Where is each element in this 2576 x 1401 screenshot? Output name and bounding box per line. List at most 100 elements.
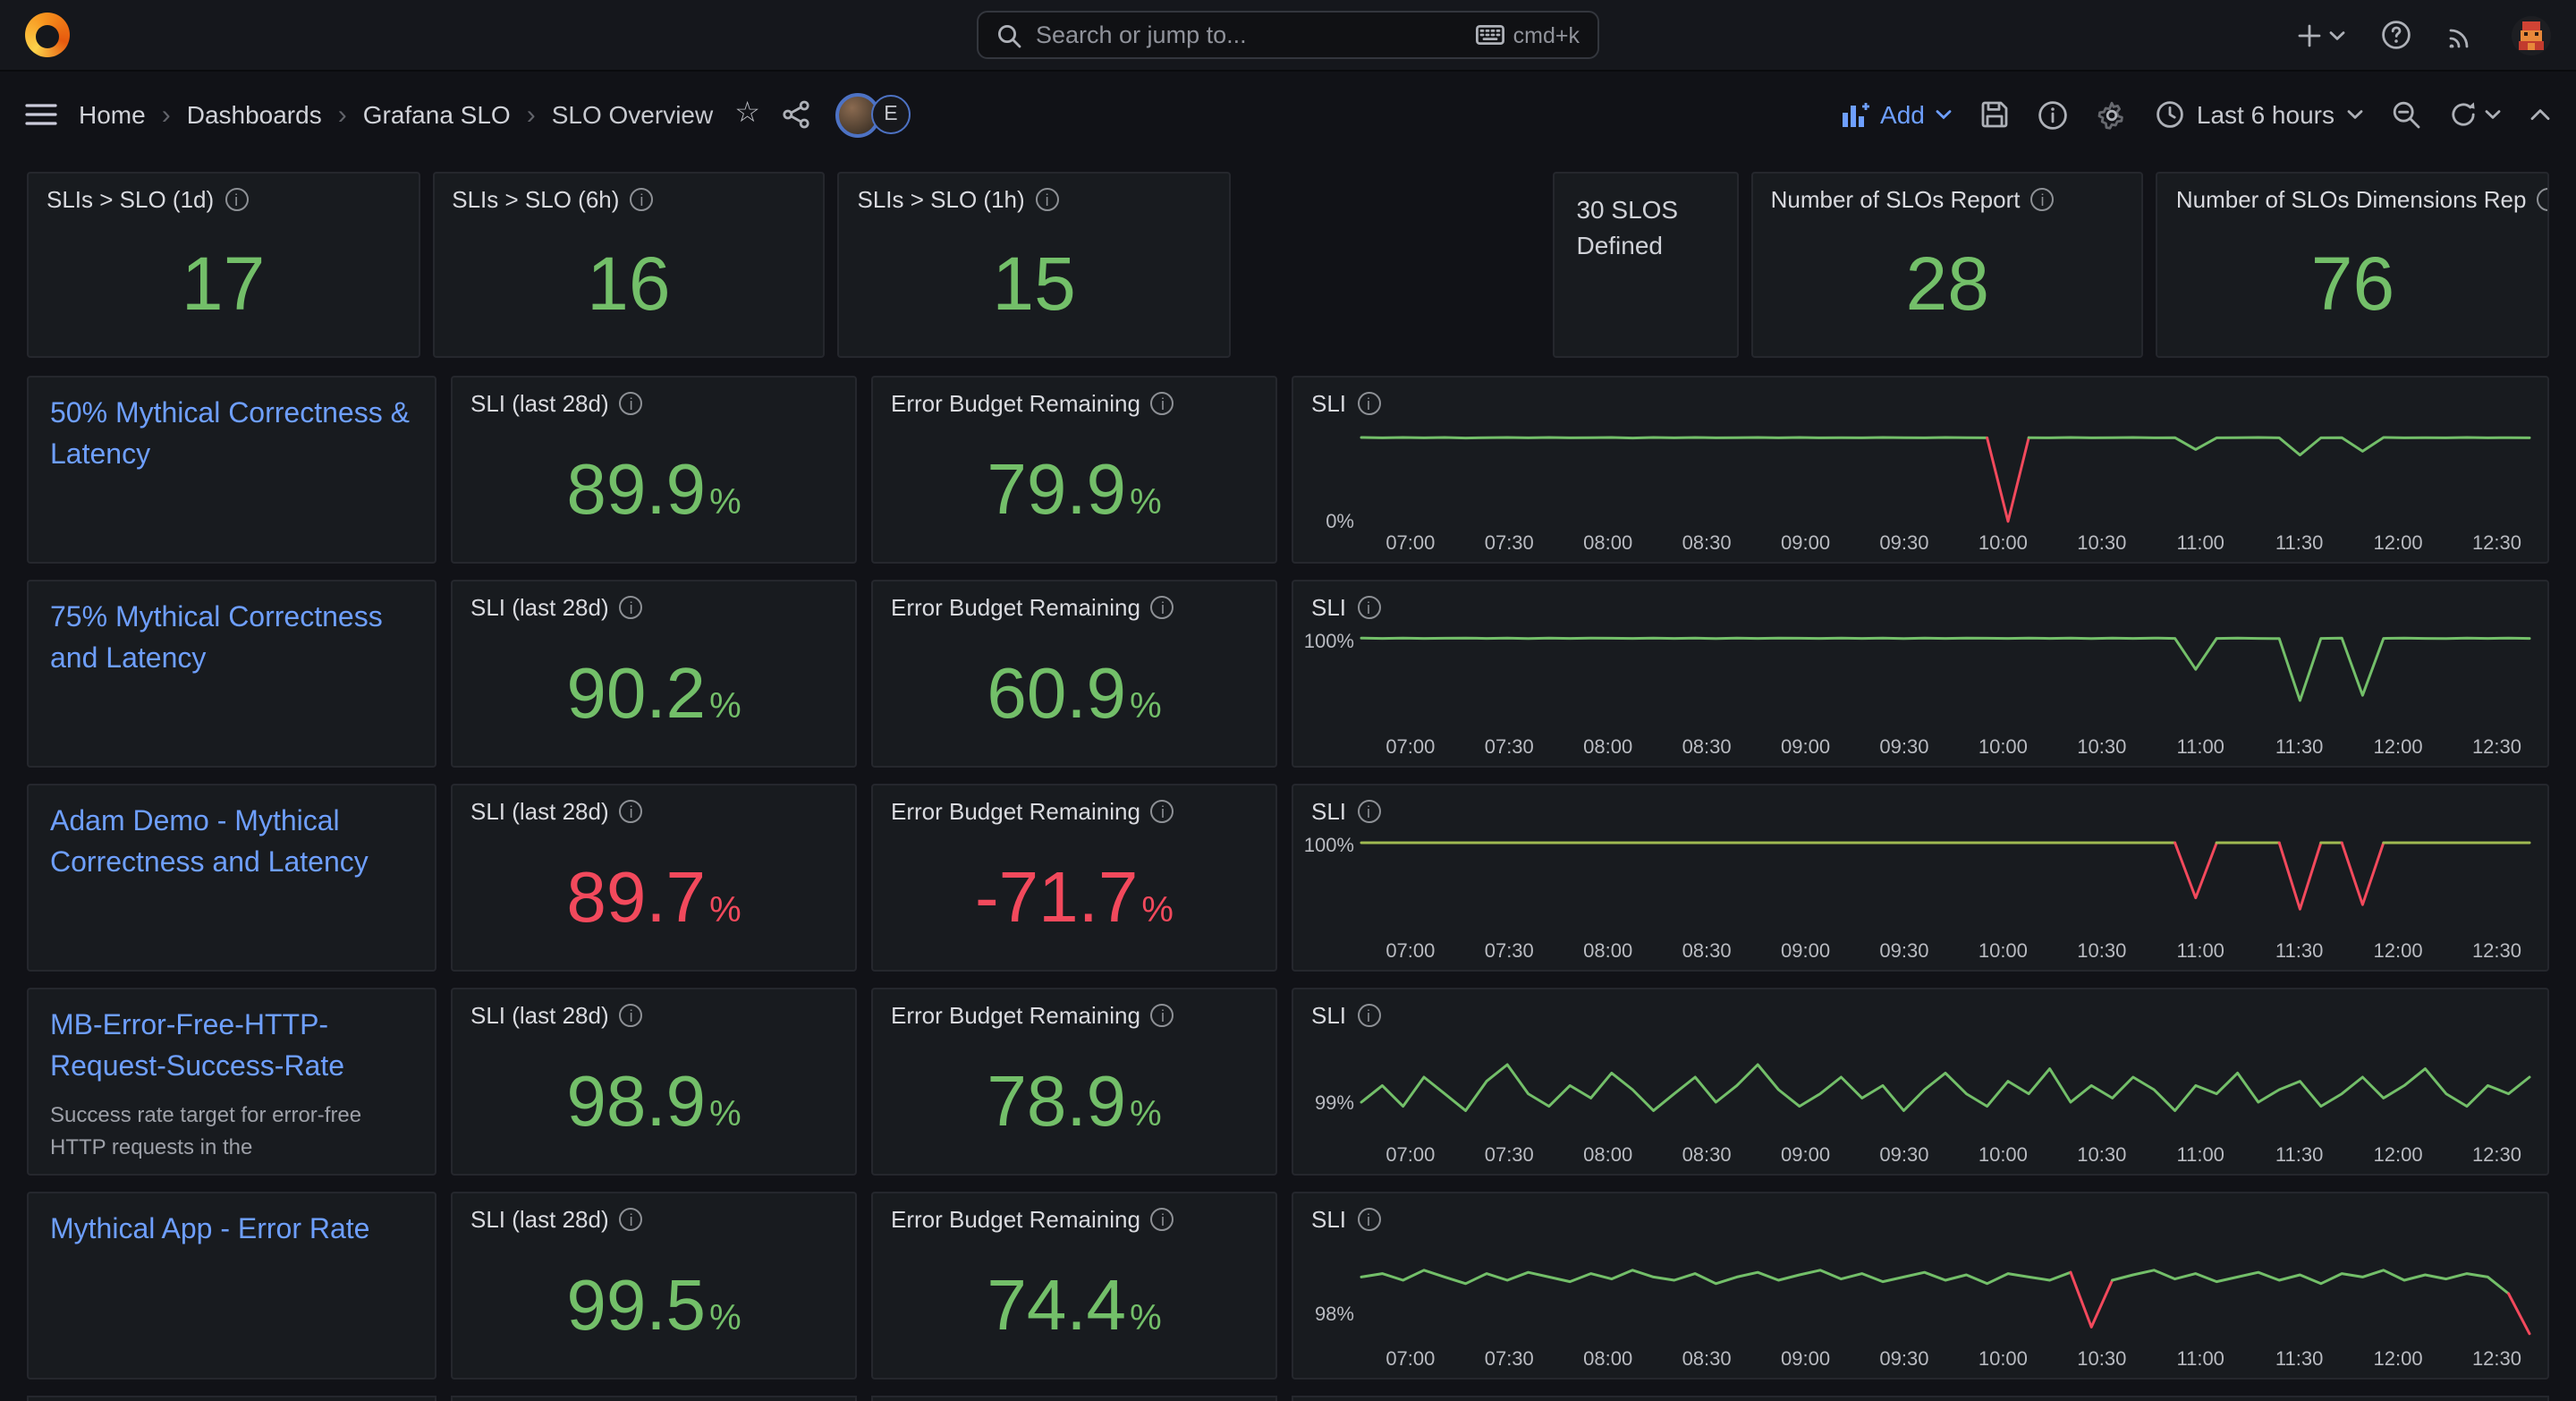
x-axis-tick-label: 10:00 <box>1963 533 2042 555</box>
info-icon[interactable] <box>2537 188 2547 211</box>
slo-dashboard-link[interactable]: MB-Error-Free-HTTP-Request-Success-Rate <box>50 1006 413 1089</box>
info-icon[interactable] <box>1357 1004 1380 1027</box>
sli-stat-panel: SLI (last 28d)89.9% <box>451 376 857 564</box>
stat-panel-slis-slo-1d: SLIs > SLO (1d) 17 <box>27 172 419 358</box>
timeseries-plot: 100%07:0007:3008:0008:3009:0009:3010:001… <box>1293 628 2547 766</box>
x-axis-tick-label: 11:00 <box>2161 737 2240 759</box>
stat-value: 98.9 <box>566 1066 706 1137</box>
info-icon[interactable] <box>1151 596 1174 619</box>
sli-line-series <box>1361 1270 2071 1284</box>
collapse-chevron-up-icon[interactable] <box>2529 107 2551 122</box>
new-button[interactable] <box>2297 22 2345 47</box>
add-panel-button[interactable]: Add <box>1843 100 1952 129</box>
x-axis-tick-label: 12:00 <box>2359 737 2437 759</box>
breadcrumb-item[interactable]: SLO Overview <box>552 100 714 129</box>
x-axis-tick-label: 09:30 <box>1865 1145 1944 1167</box>
info-icon[interactable] <box>1151 1208 1174 1231</box>
sli-timeseries-panel[interactable]: SLI100%07:0007:3008:0008:3009:0009:3010:… <box>1292 784 2549 972</box>
panel-title: SLIs > SLO (1d) <box>47 186 214 213</box>
error-budget-stat-panel: Error Budget Remaining74.4% <box>871 1192 1277 1380</box>
x-axis-tick-label: 07:30 <box>1470 533 1548 555</box>
stat-panel-number-of-slos-report: Number of SLOs Report 28 <box>1751 172 2144 358</box>
sli-line-series <box>2029 437 2529 455</box>
dashboard-toolbar: Home›Dashboards›Grafana SLO›SLO Overview… <box>0 72 2576 157</box>
info-icon[interactable] <box>1036 188 1059 211</box>
mega-menu-icon[interactable] <box>25 102 57 127</box>
info-icon[interactable] <box>620 392 643 415</box>
help-icon[interactable] <box>2381 20 2411 50</box>
info-icon[interactable] <box>2031 188 2055 211</box>
x-axis-tick-label: 08:30 <box>1667 1145 1746 1167</box>
x-axis-tick-label: 12:00 <box>2359 533 2437 555</box>
x-axis-tick-label: 11:00 <box>2161 941 2240 963</box>
x-axis-tick-label: 07:00 <box>1371 1349 1450 1371</box>
x-axis-tick-label: 08:30 <box>1667 941 1746 963</box>
info-icon[interactable] <box>1357 596 1380 619</box>
x-axis-tick-label: 10:30 <box>2063 1145 2141 1167</box>
slo-dashboard-link[interactable]: 50% Mythical Correctness & Latency <box>50 394 413 477</box>
panel-title: SLIs > SLO (6h) <box>452 186 619 213</box>
error-budget-stat-panel: Error Budget Remaining60.9% <box>871 580 1277 768</box>
x-axis-tick-label: 11:30 <box>2260 941 2339 963</box>
slo-description: Success rate target for error-free HTTP … <box>50 1101 413 1164</box>
sli-timeseries-panel[interactable]: SLI0%07:0007:3008:0008:3009:0009:3010:00… <box>1292 376 2549 564</box>
slo-link-panel: MB-Error-Free-HTTP-Request-Success-Rate S… <box>27 988 436 1176</box>
info-icon[interactable] <box>620 800 643 823</box>
search-input[interactable]: Search or jump to... cmd+k <box>977 11 1599 59</box>
panel-title: Error Budget Remaining <box>891 390 1140 417</box>
save-dashboard-icon[interactable] <box>1980 100 2009 129</box>
x-axis-tick-label: 10:00 <box>1963 737 2042 759</box>
info-icon[interactable] <box>1357 800 1380 823</box>
info-icon[interactable] <box>630 188 653 211</box>
slo-row: Mythical App - Error RateSLI (last 28d)9… <box>27 1192 2549 1380</box>
favorite-star-icon[interactable]: ☆ <box>734 100 760 129</box>
info-icon[interactable] <box>1357 1208 1380 1231</box>
x-axis-tick-label: 07:00 <box>1371 1145 1450 1167</box>
stat-value: 60.9 <box>987 658 1126 729</box>
x-axis-tick-label: 10:00 <box>1963 1145 2042 1167</box>
info-icon[interactable] <box>1357 392 1380 415</box>
zoom-out-time-icon[interactable] <box>2392 100 2420 129</box>
info-icon[interactable] <box>1151 800 1174 823</box>
info-icon[interactable] <box>1151 392 1174 415</box>
x-axis-tick-label: 11:30 <box>2260 1145 2339 1167</box>
sli-line-series <box>2509 1294 2529 1334</box>
sli-line-series <box>2175 843 2217 898</box>
percent-unit: % <box>1130 1300 1162 1341</box>
stat-value: 90.2 <box>566 658 706 729</box>
x-axis-tick-label: 08:30 <box>1667 533 1746 555</box>
user-avatar[interactable] <box>2512 15 2551 55</box>
sli-timeseries-panel[interactable]: SLI99%07:0007:3008:0008:3009:0009:3010:0… <box>1292 988 2549 1176</box>
stat-panel-slis-slo-1h: SLIs > SLO (1h) 15 <box>838 172 1231 358</box>
info-icon[interactable] <box>620 596 643 619</box>
refresh-dashboard-button[interactable] <box>2449 100 2501 129</box>
news-rss-icon[interactable] <box>2447 21 2476 49</box>
sli-stat-panel: SLI (last 28d)90.2% <box>451 580 857 768</box>
slo-dashboard-link[interactable]: Adam Demo - Mythical Correctness and Lat… <box>50 802 413 885</box>
info-icon[interactable] <box>1151 1004 1174 1027</box>
presence-indicators[interactable]: E <box>835 92 911 137</box>
info-icon[interactable] <box>620 1208 643 1231</box>
sli-timeseries-panel[interactable]: SLI100%07:0007:3008:0008:3009:0009:3010:… <box>1292 580 2549 768</box>
breadcrumb-item[interactable]: Dashboards <box>187 100 322 129</box>
share-icon[interactable] <box>782 100 810 129</box>
slo-dashboard-link[interactable]: Mythical App - Error Rate <box>50 1210 413 1251</box>
x-axis-tick-label: 10:30 <box>2063 941 2141 963</box>
panel-title: Error Budget Remaining <box>891 798 1140 825</box>
breadcrumb-item[interactable]: Grafana SLO <box>363 100 511 129</box>
x-axis-tick-label: 09:00 <box>1767 1349 1845 1371</box>
sli-timeseries-panel[interactable]: SLI98%07:0007:3008:0008:3009:0009:3010:0… <box>1292 1192 2549 1380</box>
x-axis-tick-label: 08:00 <box>1569 1145 1648 1167</box>
breadcrumb-item[interactable]: Home <box>79 100 146 129</box>
info-icon[interactable] <box>620 1004 643 1027</box>
dashboard-settings-icon[interactable] <box>2097 99 2127 130</box>
time-range-picker[interactable]: Last 6 hours <box>2156 100 2363 129</box>
slo-dashboard-link[interactable]: 75% Mythical Correctness and Latency <box>50 598 413 681</box>
grafana-logo[interactable] <box>25 13 70 57</box>
stat-value: 17 <box>182 247 265 322</box>
dashboard-insights-icon[interactable] <box>2038 99 2068 130</box>
info-icon[interactable] <box>225 188 248 211</box>
stat-value: 74.4 <box>987 1269 1126 1341</box>
x-axis-tick-label: 09:00 <box>1767 533 1845 555</box>
x-axis-tick-label: 11:00 <box>2161 1145 2240 1167</box>
